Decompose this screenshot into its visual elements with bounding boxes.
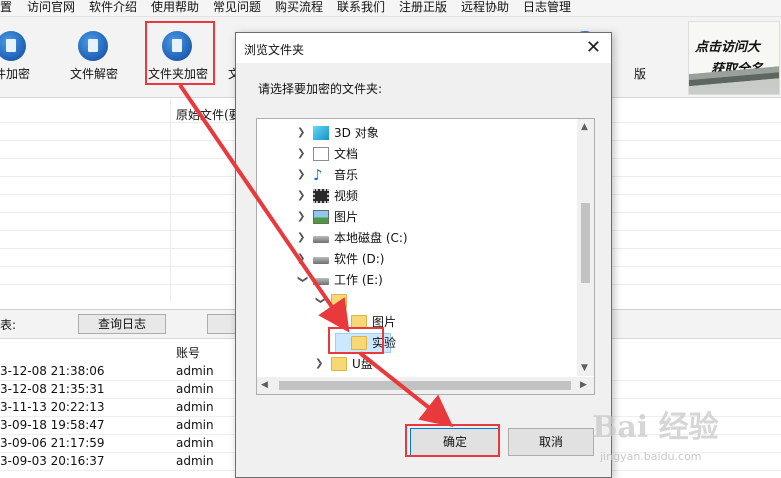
watermark-brand: Bai 经验 — [592, 410, 719, 445]
arrow-to-folder — [178, 83, 350, 333]
watermark-url: jingyan.baidu.com — [600, 450, 702, 463]
arrow-to-ok — [358, 351, 454, 427]
